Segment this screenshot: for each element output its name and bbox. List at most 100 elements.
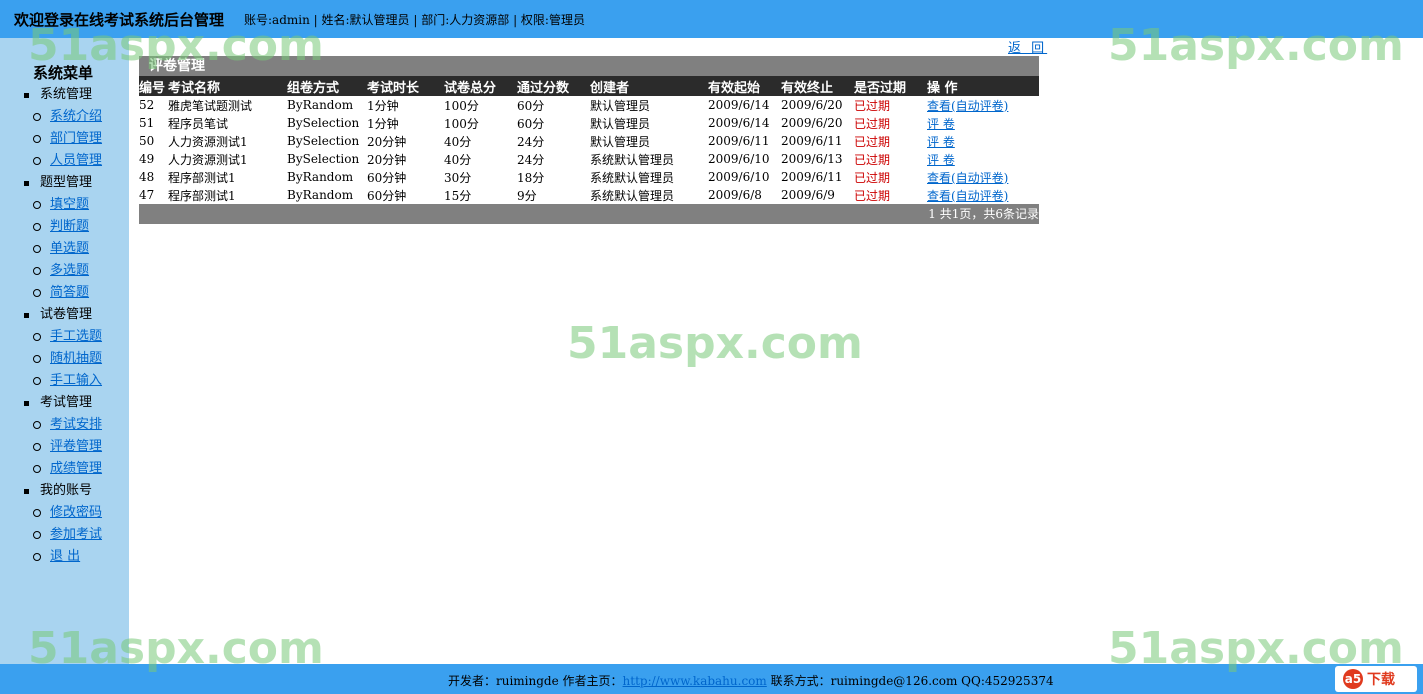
table-cell: 2009/6/14 [708, 98, 770, 112]
table-row: 50 人力资源测试1 BySelection 20分钟 40分 24分 默认管理员 2009/… [139, 132, 1039, 150]
menu-item-system-intro[interactable]: 系统介绍 [0, 106, 129, 128]
menu-item-scores[interactable]: 成绩管理 [0, 458, 129, 480]
table-cell: 24分 [517, 152, 545, 167]
table-cell: 1分钟 [367, 116, 399, 131]
menu-link[interactable]: 判断题 [50, 219, 89, 234]
menu-link[interactable]: 部门管理 [50, 131, 102, 146]
grade-action-link[interactable]: 查看(自动评卷) [927, 171, 1008, 185]
menu-item-staff[interactable]: 人员管理 [0, 150, 129, 172]
table-cell: 9分 [517, 188, 537, 203]
menu-link[interactable]: 成绩管理 [50, 461, 102, 476]
table-cell: 程序部测试1 [168, 188, 236, 203]
sidebar: 系统菜单 系统管理 系统介绍 部门管理 人员管理 题型管理 填空题 判断题 单选… [0, 38, 129, 664]
table-row: 48 程序部测试1 ByRandom 60分钟 30分 18分 系统默认管理员 2009/6/… [139, 168, 1039, 186]
grade-action-link[interactable]: 评 卷 [927, 135, 955, 149]
menu-link[interactable]: 多选题 [50, 263, 89, 278]
action-cell: 查看(自动评卷) [927, 96, 1039, 114]
expired-status: 已过期 [854, 188, 891, 203]
column-header: 创建者 [590, 76, 708, 96]
table-cell: ByRandom [287, 170, 354, 184]
footer-contact: 联系方式：ruimingde@126.com QQ:452925374 [766, 674, 1054, 688]
menu-item-grading[interactable]: 评卷管理 [0, 436, 129, 458]
column-header: 试卷总分 [444, 76, 517, 96]
table-cell: 52 [139, 98, 155, 112]
column-header: 组卷方式 [287, 76, 367, 96]
menu-link[interactable]: 单选题 [50, 241, 89, 256]
page-title: 欢迎登录在线考试系统后台管理 [14, 11, 225, 29]
menu-item-short-answer[interactable]: 简答题 [0, 282, 129, 304]
grade-action-link[interactable]: 评 卷 [927, 153, 955, 167]
action-cell: 评 卷 [927, 114, 1039, 132]
menu-link[interactable]: 参加考试 [50, 527, 102, 542]
grade-action-link[interactable]: 评 卷 [927, 117, 955, 131]
menu-link[interactable]: 系统介绍 [50, 109, 102, 124]
table-cell: ByRandom [287, 188, 354, 202]
sidebar-menu: 系统管理 系统介绍 部门管理 人员管理 题型管理 填空题 判断题 单选题 多选题… [0, 84, 129, 568]
menu-item-multi-choice[interactable]: 多选题 [0, 260, 129, 282]
table-cell: 2009/6/8 [708, 188, 762, 202]
menu-link[interactable]: 手工选题 [50, 329, 102, 344]
table-cell: 系统默认管理员 [590, 152, 675, 167]
menu-link[interactable]: 评卷管理 [50, 439, 102, 454]
table-cell: 49 [139, 152, 155, 166]
table-cell: 程序部测试1 [168, 170, 236, 185]
table-cell: 20分钟 [367, 134, 407, 149]
top-header-bar: 欢迎登录在线考试系统后台管理 账号:admin | 姓名:默认管理员 | 部门:… [0, 0, 1423, 38]
grade-action-link[interactable]: 查看(自动评卷) [927, 189, 1008, 203]
menu-item-change-password[interactable]: 修改密码 [0, 502, 129, 524]
menu-group-system: 系统管理 [0, 84, 129, 106]
table-cell: 60分钟 [367, 188, 407, 203]
menu-item-single-choice[interactable]: 单选题 [0, 238, 129, 260]
table-cell: 2009/6/11 [781, 170, 843, 184]
expired-status: 已过期 [854, 152, 891, 167]
grading-table: 编号 考试名称 组卷方式 考试时长 试卷总分 通过分数 创建者 有效起始 有效终… [139, 76, 1039, 204]
menu-item-logout[interactable]: 退 出 [0, 546, 129, 568]
menu-link[interactable]: 人员管理 [50, 153, 102, 168]
column-header: 操 作 [927, 76, 1039, 96]
panel-title: 评卷管理 [139, 56, 1039, 76]
menu-item-random-pick[interactable]: 随机抽题 [0, 348, 129, 370]
menu-link[interactable]: 退 出 [50, 549, 80, 564]
action-cell: 查看(自动评卷) [927, 168, 1039, 186]
column-header: 考试时长 [367, 76, 444, 96]
expired-status: 已过期 [854, 116, 891, 131]
table-row: 47 程序部测试1 ByRandom 60分钟 15分 9分 系统默认管理员 2009/6/8… [139, 186, 1039, 204]
action-cell: 评 卷 [927, 132, 1039, 150]
menu-item-department[interactable]: 部门管理 [0, 128, 129, 150]
table-cell: 系统默认管理员 [590, 188, 675, 203]
back-link[interactable]: 返 回 [1008, 37, 1047, 56]
menu-item-exam-schedule[interactable]: 考试安排 [0, 414, 129, 436]
menu-link[interactable]: 手工输入 [50, 373, 102, 388]
homepage-link[interactable]: http://www.kabahu.com [623, 674, 767, 688]
menu-group-exams: 考试管理 [0, 392, 129, 414]
table-cell: 程序员笔试 [168, 116, 229, 131]
table-cell: 60分 [517, 116, 545, 131]
action-cell: 查看(自动评卷) [927, 186, 1039, 204]
table-cell: 2009/6/13 [781, 152, 843, 166]
table-cell: 15分 [444, 188, 472, 203]
grade-action-link[interactable]: 查看(自动评卷) [927, 99, 1008, 113]
menu-link[interactable]: 随机抽题 [50, 351, 102, 366]
menu-link[interactable]: 简答题 [50, 285, 89, 300]
column-header: 编号 [139, 76, 168, 96]
download-site-logo[interactable]: a5 下载 [1335, 666, 1417, 692]
footer-developer: 开发者：ruimingde 作者主页： [448, 674, 623, 688]
footer-bar: 开发者：ruimingde 作者主页：http://www.kabahu.com… [0, 664, 1423, 694]
menu-item-manual-input[interactable]: 手工输入 [0, 370, 129, 392]
menu-link[interactable]: 考试安排 [50, 417, 102, 432]
expired-status: 已过期 [854, 170, 891, 185]
menu-link[interactable]: 填空题 [50, 197, 89, 212]
menu-item-take-exam[interactable]: 参加考试 [0, 524, 129, 546]
menu-item-fill-blank[interactable]: 填空题 [0, 194, 129, 216]
menu-item-manual-select[interactable]: 手工选题 [0, 326, 129, 348]
table-cell: 20分钟 [367, 152, 407, 167]
download-label: 下载 [1367, 672, 1395, 688]
watermark: 51aspx.com [567, 318, 863, 369]
column-header: 有效终止 [781, 76, 854, 96]
menu-link[interactable]: 修改密码 [50, 505, 102, 520]
table-header-row: 编号 考试名称 组卷方式 考试时长 试卷总分 通过分数 创建者 有效起始 有效终… [139, 76, 1039, 96]
menu-item-true-false[interactable]: 判断题 [0, 216, 129, 238]
table-cell: 60分钟 [367, 170, 407, 185]
table-row: 51 程序员笔试 BySelection 1分钟 100分 60分 默认管理员 2009/6/… [139, 114, 1039, 132]
table-cell: BySelection [287, 152, 360, 166]
